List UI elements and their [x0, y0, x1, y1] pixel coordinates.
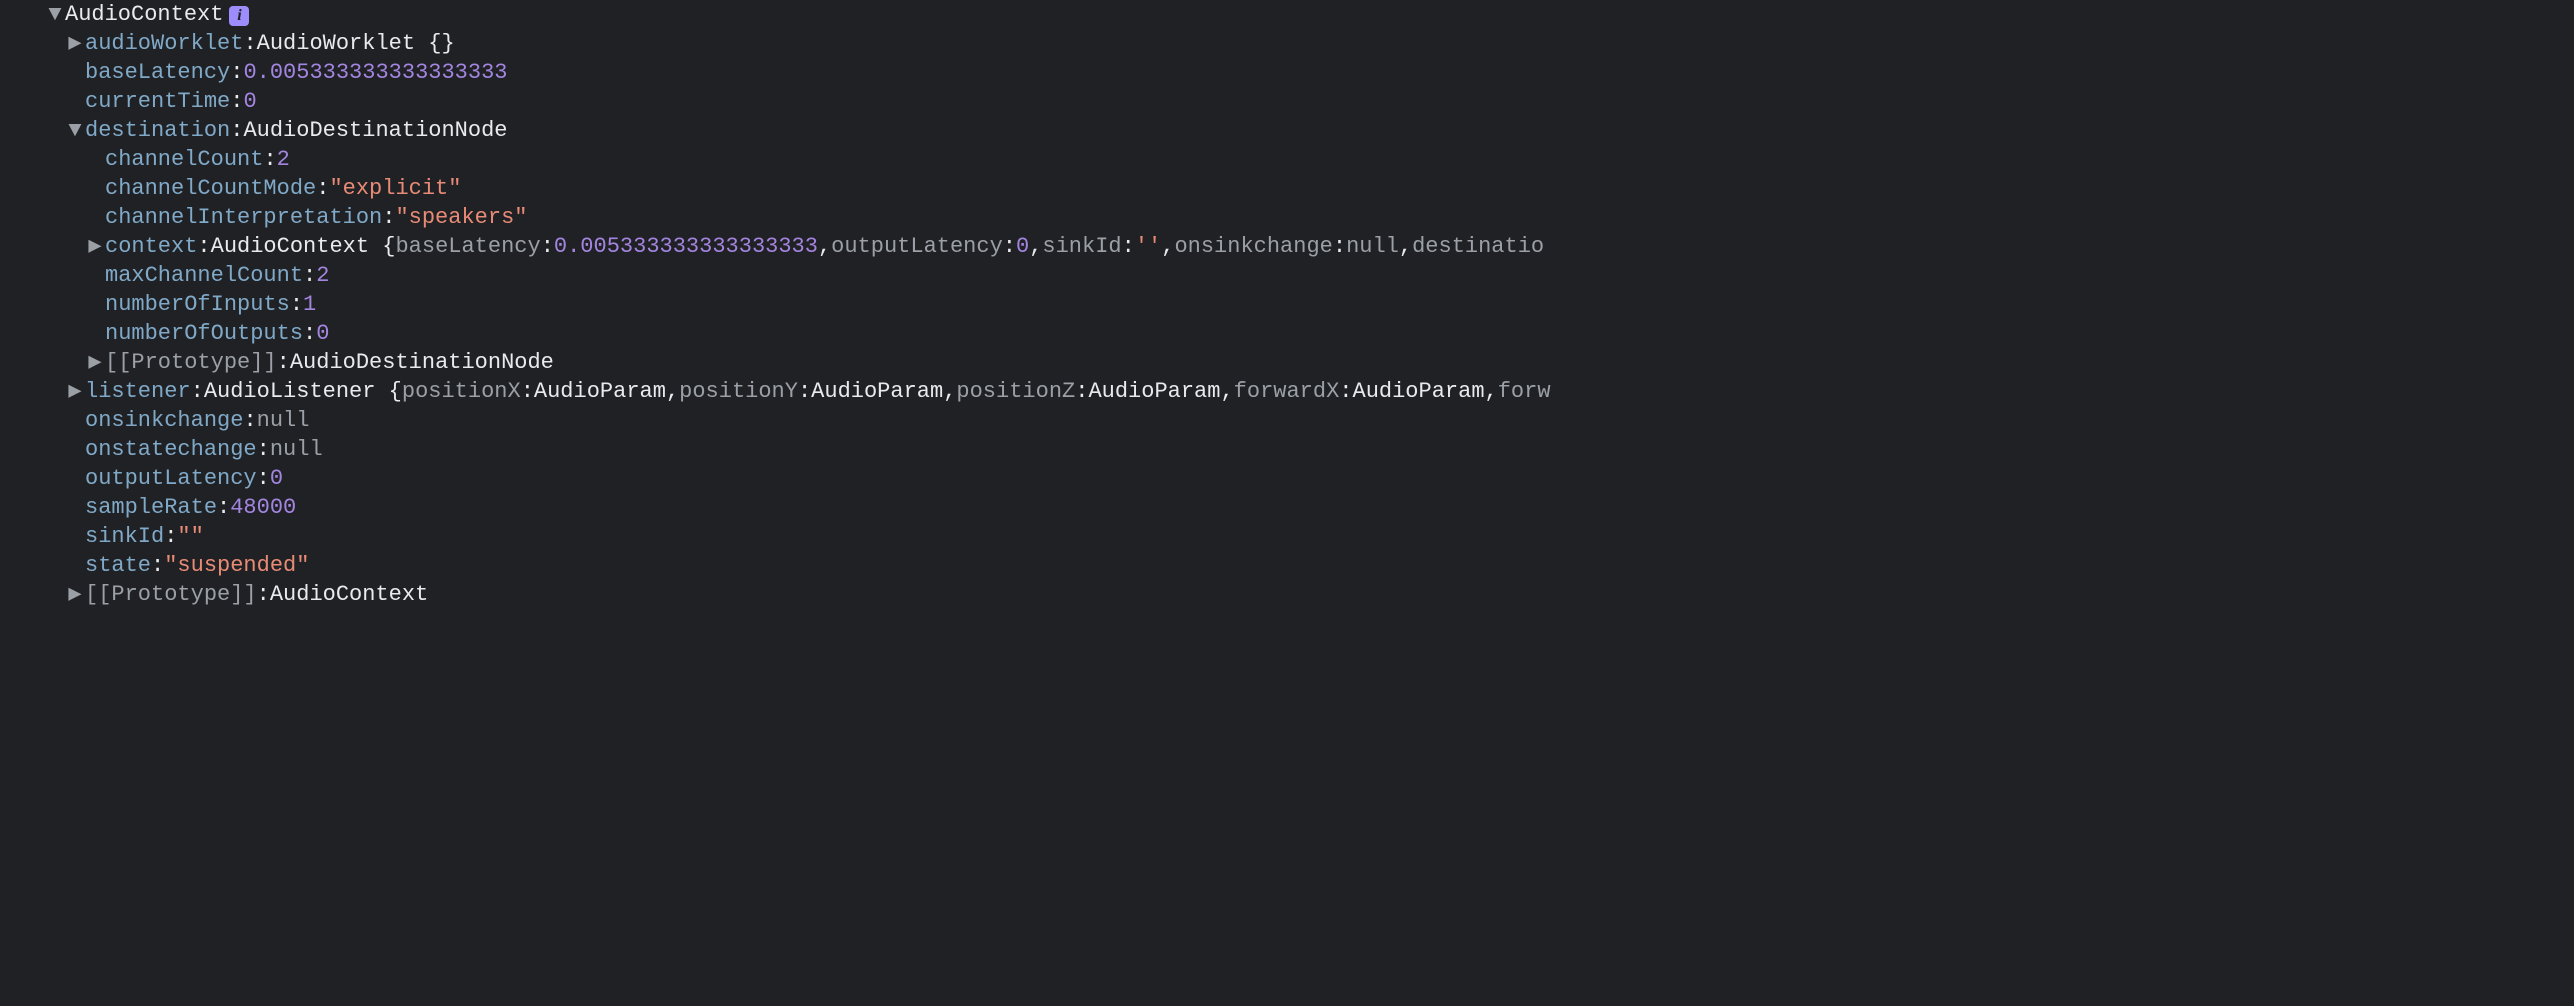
- preview-val: null: [1346, 232, 1399, 261]
- prop-channelcount[interactable]: ▶ channelCount: 2: [0, 145, 2574, 174]
- disclosure-down-icon[interactable]: ▼: [46, 0, 64, 29]
- prop-sinkid[interactable]: ▶ sinkId: "": [0, 522, 2574, 551]
- disclosure-right-icon[interactable]: ▶: [86, 232, 104, 261]
- prop-state[interactable]: ▶ state: "suspended": [0, 551, 2574, 580]
- prop-key: listener: [85, 377, 191, 406]
- preview-val: 0: [1016, 232, 1029, 261]
- prop-key: numberOfInputs: [105, 290, 290, 319]
- disclosure-down-icon[interactable]: ▼: [66, 116, 84, 145]
- prop-key: sinkId: [85, 522, 164, 551]
- prop-channelcountmode[interactable]: ▶ channelCountMode: "explicit": [0, 174, 2574, 203]
- prop-value: 48000: [230, 493, 296, 522]
- prop-classname: AudioWorklet: [257, 29, 415, 58]
- prop-key: audioWorklet: [85, 29, 243, 58]
- prop-classname: AudioContext: [270, 580, 428, 609]
- brace-open: {: [389, 377, 402, 406]
- prop-outputlatency[interactable]: ▶ outputLatency: 0: [0, 464, 2574, 493]
- prop-value: "explicit": [329, 174, 461, 203]
- prop-key: channelCount: [105, 145, 263, 174]
- prop-key: onsinkchange: [85, 406, 243, 435]
- prop-key: state: [85, 551, 151, 580]
- prop-value: "suspended": [164, 551, 309, 580]
- prop-audioworklet[interactable]: ▶ audioWorklet: AudioWorklet {}: [0, 29, 2574, 58]
- preview-key: baseLatency: [395, 232, 540, 261]
- prop-samplerate[interactable]: ▶ sampleRate: 48000: [0, 493, 2574, 522]
- preview-key: positionX: [402, 377, 521, 406]
- disclosure-right-icon[interactable]: ▶: [66, 377, 84, 406]
- prop-key: currentTime: [85, 87, 230, 116]
- preview-key: positionZ: [956, 377, 1075, 406]
- prop-value: 0: [270, 464, 283, 493]
- prop-key: baseLatency: [85, 58, 230, 87]
- prop-value: null: [270, 435, 323, 464]
- prop-maxchannelcount[interactable]: ▶ maxChannelCount: 2: [0, 261, 2574, 290]
- prop-key: [[Prototype]]: [105, 348, 277, 377]
- info-badge-icon[interactable]: i: [229, 6, 249, 26]
- prop-channelinterpretation[interactable]: ▶ channelInterpretation: "speakers": [0, 203, 2574, 232]
- preview-val: 0.005333333333333333: [554, 232, 818, 261]
- prop-context[interactable]: ▶ context: AudioContext { baseLatency: 0…: [0, 232, 2574, 261]
- preview-val: AudioParam: [811, 377, 943, 406]
- prop-key: channelCountMode: [105, 174, 316, 203]
- prop-classname: AudioDestinationNode: [243, 116, 507, 145]
- prop-classname: AudioContext: [211, 232, 369, 261]
- root-classname: AudioContext: [65, 0, 223, 29]
- prop-key: destination: [85, 116, 230, 145]
- prop-key: maxChannelCount: [105, 261, 303, 290]
- prop-value: "speakers": [395, 203, 527, 232]
- preview-key: outputLatency: [831, 232, 1003, 261]
- prop-key: context: [105, 232, 197, 261]
- prop-key: numberOfOutputs: [105, 319, 303, 348]
- prop-value: null: [257, 406, 310, 435]
- brace-open: {: [382, 232, 395, 261]
- prop-key: sampleRate: [85, 493, 217, 522]
- prop-classname: AudioDestinationNode: [290, 348, 554, 377]
- preview-key: forw: [1498, 377, 1551, 406]
- preview-val: AudioParam: [534, 377, 666, 406]
- prop-value: "": [177, 522, 203, 551]
- preview-key: positionY: [679, 377, 798, 406]
- preview-key: forwardX: [1234, 377, 1340, 406]
- disclosure-right-icon[interactable]: ▶: [86, 348, 104, 377]
- prop-value: 0: [243, 87, 256, 116]
- preview-val: AudioParam: [1088, 377, 1220, 406]
- braces: {}: [428, 29, 454, 58]
- prop-value: 0.005333333333333333: [243, 58, 507, 87]
- preview-val: '': [1135, 232, 1161, 261]
- object-tree: ▼ AudioContext i ▶ audioWorklet: AudioWo…: [0, 0, 2574, 613]
- disclosure-right-icon[interactable]: ▶: [66, 580, 84, 609]
- prop-value: 2: [277, 145, 290, 174]
- preview-val: AudioParam: [1353, 377, 1485, 406]
- prop-baselatency[interactable]: ▶ baseLatency: 0.005333333333333333: [0, 58, 2574, 87]
- preview-key: sinkId: [1042, 232, 1121, 261]
- prop-value: 2: [316, 261, 329, 290]
- prop-listener[interactable]: ▶ listener: AudioListener { positionX: A…: [0, 377, 2574, 406]
- preview-key: onsinkchange: [1174, 232, 1332, 261]
- prop-prototype[interactable]: ▶ [[Prototype]]: AudioDestinationNode: [0, 348, 2574, 377]
- prop-destination[interactable]: ▼ destination: AudioDestinationNode: [0, 116, 2574, 145]
- prop-value: 1: [303, 290, 316, 319]
- preview-key: destinatio: [1412, 232, 1544, 261]
- prop-currenttime[interactable]: ▶ currentTime: 0: [0, 87, 2574, 116]
- prop-numberofoutputs[interactable]: ▶ numberOfOutputs: 0: [0, 319, 2574, 348]
- prop-prototype[interactable]: ▶ [[Prototype]]: AudioContext: [0, 580, 2574, 609]
- prop-value: 0: [316, 319, 329, 348]
- prop-key: onstatechange: [85, 435, 257, 464]
- prop-key: outputLatency: [85, 464, 257, 493]
- prop-key: [[Prototype]]: [85, 580, 257, 609]
- prop-onstatechange[interactable]: ▶ onstatechange: null: [0, 435, 2574, 464]
- prop-classname: AudioListener: [204, 377, 376, 406]
- prop-numberofinputs[interactable]: ▶ numberOfInputs: 1: [0, 290, 2574, 319]
- prop-onsinkchange[interactable]: ▶ onsinkchange: null: [0, 406, 2574, 435]
- prop-key: channelInterpretation: [105, 203, 382, 232]
- disclosure-right-icon[interactable]: ▶: [66, 29, 84, 58]
- root-row[interactable]: ▼ AudioContext i: [0, 0, 2574, 29]
